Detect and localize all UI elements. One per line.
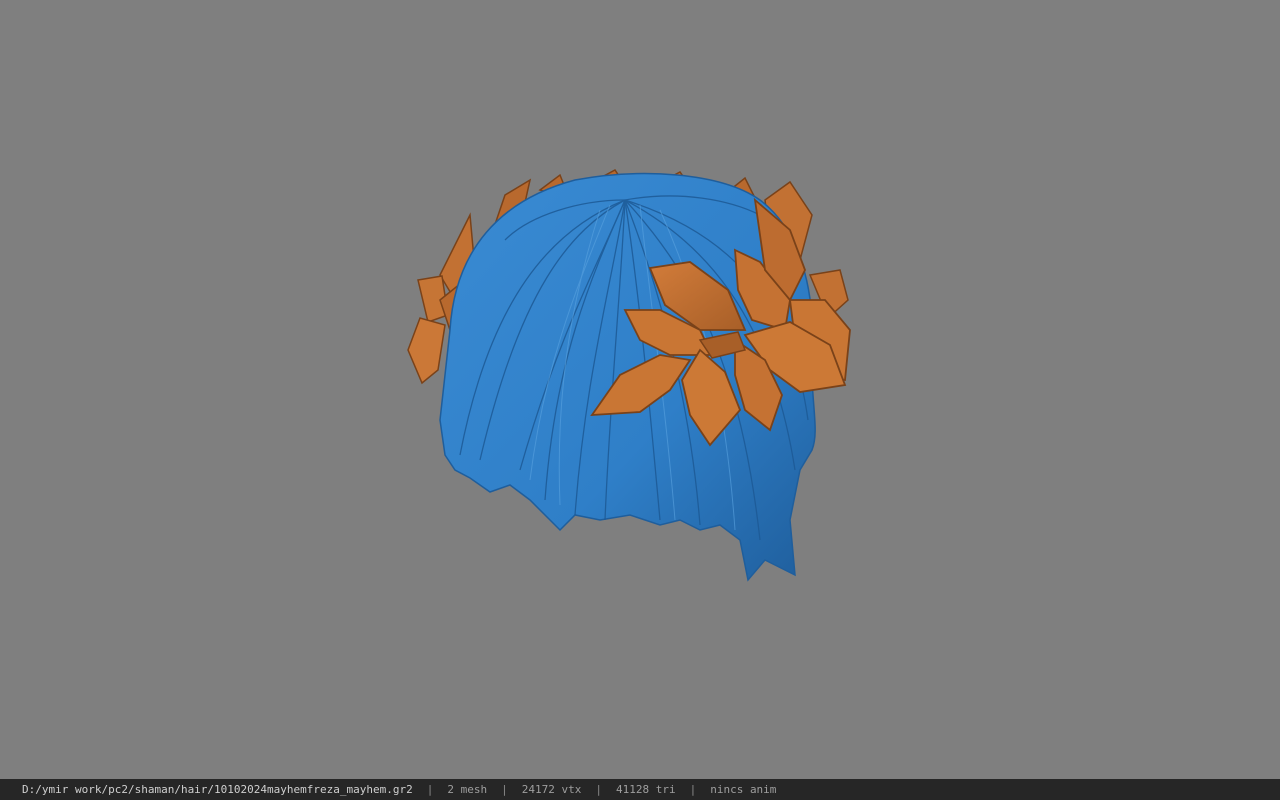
vertex-count-label: 24172 vtx	[521, 783, 582, 796]
status-separator: |	[595, 783, 602, 796]
3d-viewport[interactable]	[0, 0, 1280, 779]
status-separator: |	[689, 783, 697, 796]
status-separator: |	[501, 783, 508, 796]
file-path-label: D:/ymir work/pc2/shaman/hair/10102024may…	[22, 783, 413, 796]
hair-model-render[interactable]	[0, 0, 1280, 779]
status-separator: |	[426, 783, 434, 796]
status-bar: D:/ymir work/pc2/shaman/hair/10102024may…	[0, 779, 1280, 800]
anim-status-label: nincs anim	[710, 783, 777, 796]
triangle-count-label: 41128 tri	[615, 783, 676, 796]
mesh-count-label: 2 mesh	[447, 783, 488, 796]
